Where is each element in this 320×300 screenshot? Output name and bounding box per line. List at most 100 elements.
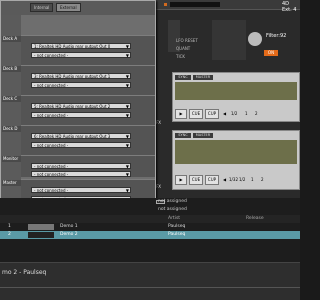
- master-tag[interactable]: MASTER: [193, 133, 213, 138]
- deck-label: Deck B: [2, 66, 21, 72]
- output-select[interactable]: - not connected - ▼: [31, 163, 131, 169]
- master-tag[interactable]: MASTER: [193, 75, 213, 80]
- deck-section-b: Deck B 3: Realtek HD Audio rear output O…: [2, 65, 155, 95]
- deck-label: Deck A: [2, 36, 21, 42]
- assign-text: not assigned: [158, 199, 187, 204]
- column-header: Artist Release: [0, 215, 300, 223]
- deck-section-a: Deck A 1: Realtek HD Audio rear output O…: [2, 35, 155, 65]
- loop-two[interactable]: 2: [255, 111, 258, 116]
- track-browser: not assigned not assigned Artist Release…: [0, 198, 300, 262]
- deck-label: Master: [2, 180, 21, 186]
- level-meter: [170, 2, 220, 7]
- output-select-value: 1: Realtek HD Audio rear output Out 0: [34, 44, 111, 49]
- waveform-lower[interactable]: [175, 140, 297, 164]
- chevron-down-icon: ▼: [125, 188, 129, 193]
- chevron-down-icon: ▼: [125, 164, 129, 169]
- secondary-select-value: - not connected -: [34, 172, 69, 177]
- indicator-led: [164, 3, 167, 6]
- play-button[interactable]: ▶: [175, 175, 187, 185]
- col-release[interactable]: Release: [246, 215, 264, 223]
- loop-half[interactable]: 1/2: [231, 111, 237, 116]
- chevron-down-icon: ▼: [125, 113, 129, 118]
- output-select[interactable]: 3: Realtek HD Audio rear output Out 1 ▼: [31, 73, 131, 79]
- status-bar: mo 2 - Paulseq: [0, 262, 300, 300]
- deck-section-c: Deck C 5: Realtek HD Audio rear output O…: [2, 95, 155, 125]
- cup-button[interactable]: CUP: [205, 109, 219, 119]
- mode-label-lfo: LFO RESET: [176, 38, 198, 43]
- output-select[interactable]: 1: Realtek HD Audio rear output Out 0 ▼: [31, 43, 131, 49]
- now-playing: mo 2 - Paulseq: [2, 269, 47, 276]
- top-strip: 4D Ext. 4: [156, 0, 300, 13]
- chevron-down-icon: ▼: [125, 74, 129, 79]
- output-select-value: 5: Realtek HD Audio rear output Out 2: [34, 104, 111, 109]
- track-num: 2: [8, 232, 11, 237]
- table-row[interactable]: 2 Demo 2 Paulseq: [0, 231, 300, 239]
- mode-label-tick: TICK: [176, 54, 186, 59]
- secondary-select[interactable]: - not connected - ▼: [31, 112, 131, 118]
- output-select-value: 6: Realtek HD Audio rear output Out 3: [34, 134, 111, 139]
- waveform-upper[interactable]: [175, 82, 297, 100]
- loop-32[interactable]: 1/32: [229, 177, 238, 182]
- on-button[interactable]: ON: [264, 50, 278, 56]
- fx-label-upper[interactable]: FX: [156, 120, 170, 125]
- output-select-value: 3: Realtek HD Audio rear output Out 1: [34, 74, 111, 79]
- tab-internal[interactable]: Internal: [30, 3, 54, 12]
- table-row[interactable]: 1 Demo 1 Paulseq: [0, 223, 300, 231]
- output-select-value: - not connected -: [34, 164, 69, 169]
- track-artist: Paulseq: [168, 224, 186, 229]
- track-title: Demo 2: [60, 232, 78, 237]
- loop-prev-icon[interactable]: ◀: [223, 177, 226, 182]
- output-select[interactable]: 5: Realtek HD Audio rear output Out 2 ▼: [31, 103, 131, 109]
- sync-tag[interactable]: SYNC: [175, 75, 191, 80]
- secondary-select-value: - not connected -: [34, 83, 69, 88]
- secondary-select-value: - not connected -: [34, 143, 69, 148]
- effect-name: 4D Ext. 4: [282, 1, 297, 13]
- tab-bar: Internal External: [30, 3, 82, 12]
- cup-button[interactable]: CUP: [205, 175, 219, 185]
- secondary-select[interactable]: - not connected - ▼: [31, 142, 131, 148]
- deck-section-monitor: Monitor - not connected - ▼ - not connect…: [2, 155, 155, 177]
- secondary-select[interactable]: - not connected - ▼: [31, 82, 131, 88]
- output-select[interactable]: - not connected - ▼: [31, 187, 131, 193]
- chevron-down-icon: ▼: [125, 44, 129, 49]
- track-artist: Paulseq: [168, 232, 186, 237]
- secondary-select[interactable]: - not connected - ▼: [31, 52, 131, 58]
- loop-one[interactable]: 1: [251, 177, 254, 182]
- upper-deck-panel: SYNC MASTER ▶ CUE CUP ◀ 1/2 1 2: [172, 72, 300, 122]
- sync-tag[interactable]: SYNC: [175, 133, 191, 138]
- divider: [0, 287, 300, 288]
- deck-section-d: Deck D 6: Realtek HD Audio rear output O…: [2, 125, 155, 155]
- chevron-down-icon: ▼: [125, 172, 129, 177]
- chevron-down-icon: ▼: [125, 134, 129, 139]
- mode-label-quant: QUANT: [176, 46, 191, 51]
- chevron-down-icon: ▼: [125, 53, 129, 58]
- cue-button[interactable]: CUE: [189, 175, 203, 185]
- secondary-select[interactable]: - not connected - ▼: [31, 171, 131, 177]
- track-num: 1: [8, 224, 11, 229]
- play-button[interactable]: ▶: [175, 109, 187, 119]
- loop-two[interactable]: 2: [261, 177, 264, 182]
- loop-prev-icon[interactable]: ◀: [223, 111, 226, 116]
- dialog-sidebar: [1, 15, 21, 223]
- assign-row: not assigned: [156, 206, 300, 214]
- fx-slot-panel: [212, 20, 246, 60]
- chevron-down-icon: ▼: [125, 104, 129, 109]
- assign-row: not assigned: [156, 198, 300, 206]
- deck-label: Deck D: [2, 126, 21, 132]
- tab-external[interactable]: External: [56, 3, 81, 12]
- output-routing-dialog: Internal External Deck A 1: Realtek HD A…: [0, 0, 156, 223]
- col-artist[interactable]: Artist: [168, 215, 180, 223]
- assign-text: not assigned: [158, 207, 187, 212]
- cue-button[interactable]: CUE: [189, 109, 203, 119]
- deck-label: Deck C: [2, 96, 21, 102]
- dialog-header: Internal External: [1, 1, 155, 15]
- cover-art: [28, 224, 54, 230]
- chevron-down-icon: ▼: [125, 83, 129, 88]
- fx-label-lower[interactable]: FX: [156, 184, 170, 189]
- loop-one[interactable]: 1: [245, 111, 248, 116]
- loop-half[interactable]: 1/2: [239, 177, 245, 182]
- filter-knob[interactable]: [248, 32, 262, 46]
- track-title: Demo 1: [60, 224, 78, 229]
- output-select[interactable]: 6: Realtek HD Audio rear output Out 3 ▼: [31, 133, 131, 139]
- output-select-value: - not connected -: [34, 188, 69, 193]
